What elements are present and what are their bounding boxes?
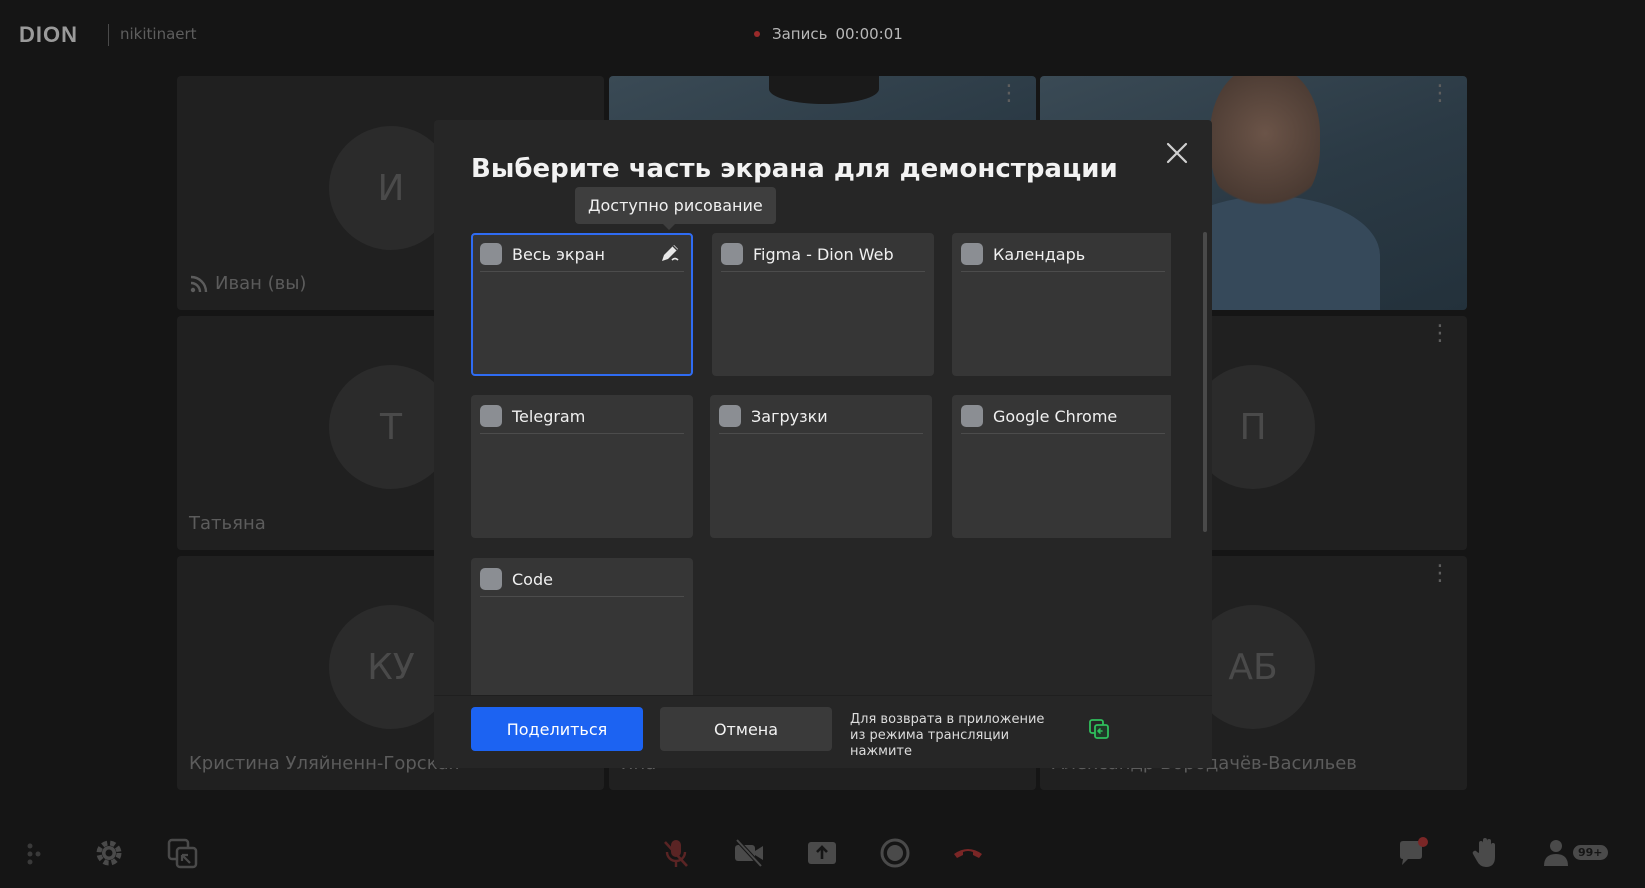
- source-label: Весь экран: [512, 245, 605, 264]
- source-card-figma[interactable]: Figma - Dion Web: [712, 233, 934, 376]
- drawing-tooltip: Доступно рисование: [575, 187, 776, 230]
- kebab-menu-icon[interactable]: ⋮: [998, 83, 1020, 105]
- source-checkbox[interactable]: [961, 405, 983, 427]
- source-grid: Весь экран Figma - Dion Web Календарь Te…: [471, 233, 1171, 695]
- return-hint: Для возврата в приложение из режима тран…: [850, 712, 1070, 760]
- record-dot-icon: [754, 31, 760, 37]
- dialog-title: Выберите часть экрана для демонстрации: [471, 154, 1118, 184]
- return-hint-line2: из режима трансляции нажмите: [850, 728, 1010, 759]
- card-divider: [719, 433, 923, 434]
- chat-icon[interactable]: [1396, 836, 1430, 870]
- source-checkbox[interactable]: [721, 243, 743, 265]
- close-icon[interactable]: [1162, 138, 1192, 168]
- card-divider: [480, 596, 684, 597]
- source-card-downloads[interactable]: Загрузки: [710, 395, 932, 538]
- source-label: Google Chrome: [993, 407, 1118, 426]
- source-label: Figma - Dion Web: [753, 245, 894, 264]
- grid-dots-icon[interactable]: [22, 836, 56, 870]
- username: nikitinaert: [120, 25, 197, 43]
- card-divider: [961, 433, 1165, 434]
- participant-name-text: Иван (вы): [215, 273, 307, 294]
- card-divider: [721, 271, 925, 272]
- hangup-icon[interactable]: [951, 836, 985, 870]
- card-divider: [480, 433, 684, 434]
- participant-name: Иван (вы): [189, 273, 306, 294]
- source-card-calendar[interactable]: Календарь: [952, 233, 1171, 376]
- source-card-chrome[interactable]: Google Chrome: [952, 395, 1171, 538]
- source-label: Code: [512, 570, 553, 589]
- logo-divider: [108, 24, 109, 46]
- source-card-telegram[interactable]: Telegram: [471, 395, 693, 538]
- footer-divider: [434, 695, 1212, 696]
- participants-icon[interactable]: [1542, 836, 1576, 870]
- participant-name: Татьяна: [189, 513, 266, 534]
- top-bar: DION nikitinaert Запись 00:00:01: [0, 0, 1645, 70]
- record-label: Запись: [772, 25, 828, 43]
- source-card-code[interactable]: Code: [471, 558, 693, 695]
- screen-share-dialog: Выберите часть экрана для демонстрации В…: [434, 120, 1212, 768]
- source-checkbox[interactable]: [719, 405, 741, 427]
- source-checkbox[interactable]: [961, 243, 983, 265]
- video-face: [1210, 76, 1320, 216]
- kebab-menu-icon[interactable]: ⋮: [1429, 563, 1451, 585]
- participant-name: Кристина Уляйненн-Горская: [189, 753, 460, 774]
- rss-icon: [190, 275, 208, 292]
- video-frame: [769, 76, 879, 104]
- settings-icon[interactable]: [92, 836, 126, 870]
- source-checkbox[interactable]: [480, 405, 502, 427]
- scrollbar[interactable]: [1203, 232, 1207, 532]
- card-divider: [480, 271, 684, 272]
- source-label: Загрузки: [751, 407, 828, 426]
- dion-logo: DION: [19, 22, 78, 47]
- record-icon[interactable]: [878, 836, 912, 870]
- cancel-button[interactable]: Отмена: [660, 707, 832, 751]
- screen-switch-icon[interactable]: [165, 836, 199, 870]
- bottom-toolbar: 99+: [0, 820, 1645, 888]
- source-checkbox[interactable]: [480, 243, 502, 265]
- source-card-entire-screen[interactable]: Весь экран: [471, 233, 693, 376]
- return-hint-line1: Для возврата в приложение: [850, 712, 1045, 727]
- source-label: Telegram: [512, 407, 586, 426]
- draw-icon: [662, 245, 679, 261]
- share-screen-icon[interactable]: [805, 836, 839, 870]
- hand-raise-icon[interactable]: [1469, 836, 1503, 870]
- participants-count-badge: 99+: [1573, 845, 1608, 860]
- return-app-icon: [1089, 719, 1109, 739]
- source-checkbox[interactable]: [480, 568, 502, 590]
- kebab-menu-icon[interactable]: ⋮: [1429, 83, 1451, 105]
- card-divider: [961, 271, 1165, 272]
- source-label: Календарь: [993, 245, 1086, 264]
- recording-status: Запись 00:00:01: [754, 25, 903, 43]
- record-timer: 00:00:01: [835, 25, 903, 43]
- camera-off-icon[interactable]: [732, 836, 766, 870]
- share-button[interactable]: Поделиться: [471, 707, 643, 751]
- kebab-menu-icon[interactable]: ⋮: [1429, 323, 1451, 345]
- mic-off-icon[interactable]: [659, 836, 693, 870]
